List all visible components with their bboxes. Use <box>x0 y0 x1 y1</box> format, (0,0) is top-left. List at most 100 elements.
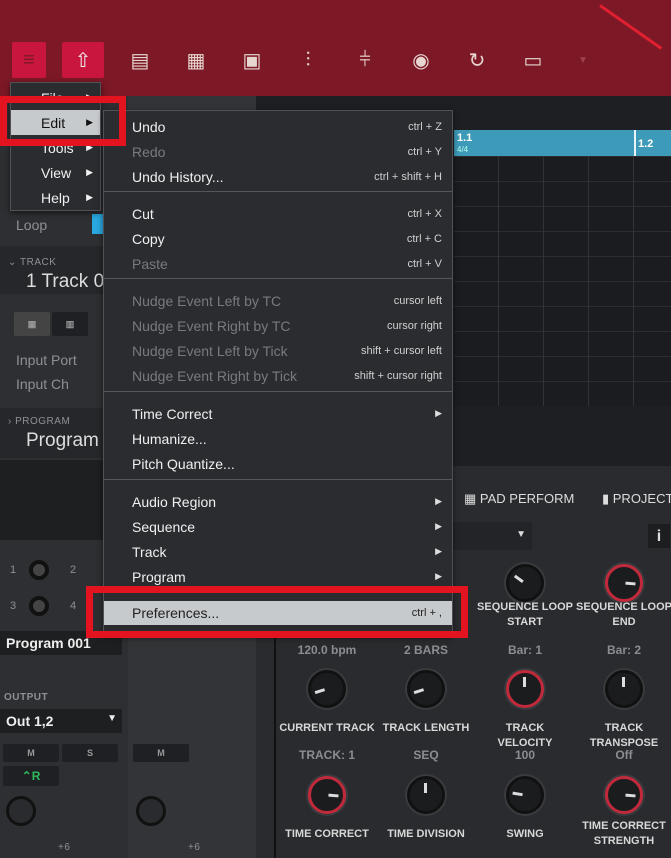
knob-value: TRACK: 1 <box>299 748 355 762</box>
dropdown-button[interactable]: ▼ <box>564 42 602 78</box>
looper-button[interactable]: ↻ <box>458 42 496 78</box>
pan-knob[interactable] <box>136 796 166 826</box>
chevron-down-icon: ▼ <box>516 529 526 540</box>
knob-pointer <box>513 574 524 584</box>
pad-jack-3[interactable] <box>29 596 49 616</box>
menu-label: Redo <box>132 143 166 160</box>
pad-grid-button[interactable]: ▦ <box>177 42 215 78</box>
program-preview <box>0 460 104 540</box>
knob-value: Bar: 2 <box>606 643 641 657</box>
mixer-button[interactable]: ⫶ <box>289 42 327 78</box>
output-label: OUTPUT <box>4 692 49 703</box>
knob-pointer <box>424 783 427 793</box>
menu-item-nudge-event-left-by-tc[interactable]: Nudge Event Left by TC cursor left <box>104 288 452 313</box>
program-name[interactable]: Program <box>26 430 99 452</box>
read-automation-button[interactable]: ⌃ R <box>3 766 59 786</box>
knob-track-velocity[interactable] <box>506 670 544 708</box>
menu-item-copy[interactable]: Copy ctrl + C <box>104 226 452 251</box>
knob-swing[interactable] <box>506 776 544 814</box>
menu-item-undo-history[interactable]: Undo History... ctrl + shift + H <box>104 164 452 189</box>
knob-value: 2 BARS <box>403 643 448 657</box>
menu-item-undo[interactable]: Undo ctrl + Z <box>104 114 452 139</box>
menu-item-humanize[interactable]: Humanize... <box>104 426 452 451</box>
menu-item-view[interactable]: View ▶ <box>11 160 100 185</box>
knob-sequence-loop-end[interactable] <box>605 564 643 602</box>
shortcut-label: shift + cursor right <box>354 369 442 382</box>
chevron-right-icon: ▶ <box>435 408 442 418</box>
clear-button[interactable]: ▭ <box>514 42 552 78</box>
menu-item-track[interactable]: Track ▶ <box>104 539 452 564</box>
knob-label: TIME CORRECT <box>285 828 369 840</box>
menu-label: Paste <box>132 255 168 272</box>
menu-item-redo[interactable]: Redo ctrl + Y <box>104 139 452 164</box>
mute-button[interactable]: M <box>3 744 59 762</box>
highlight-box-edit <box>0 96 126 146</box>
timeline-ruler[interactable]: 1.1 4/4 1.2 <box>454 130 671 156</box>
knob-sequence-loop-start[interactable] <box>506 564 544 602</box>
chevron-right-icon: ▶ <box>435 571 442 581</box>
sample-edit-button[interactable]: ▣ <box>233 42 271 78</box>
bar-marker: 1.1 <box>457 132 473 144</box>
track-view-button[interactable]: ▤ <box>121 42 159 78</box>
knob-value: SEQ <box>413 748 439 762</box>
menu-item-cut[interactable]: Cut ctrl + X <box>104 201 452 226</box>
home-button[interactable]: ⇧ <box>62 42 104 78</box>
menu-label: Pitch Quantize... <box>132 455 235 472</box>
menu-label: Sequence <box>132 518 196 535</box>
solo-button[interactable]: S <box>62 744 118 762</box>
menu-item-time-correct[interactable]: Time Correct ▶ <box>104 401 452 426</box>
knob-track-length[interactable] <box>407 670 445 708</box>
menu-item-help[interactable]: Help ▶ <box>11 185 100 210</box>
knob-time-correct[interactable] <box>308 776 346 814</box>
menu-item-nudge-event-left-by-tick[interactable]: Nudge Event Left by Tick shift + cursor l… <box>104 338 452 363</box>
knob-track-transpose[interactable] <box>605 670 643 708</box>
grid-cells[interactable] <box>454 156 671 406</box>
bar-line <box>634 130 636 156</box>
menu-item-pitch-quantize[interactable]: Pitch Quantize... <box>104 451 452 476</box>
knob-pointer <box>622 677 625 687</box>
menu-item-nudge-event-right-by-tick[interactable]: Nudge Event Right by Tick shift + cursor … <box>104 363 452 388</box>
knob-pointer <box>413 688 425 695</box>
track-header: TRACK <box>19 257 57 268</box>
pad-label: 3 <box>10 600 17 612</box>
chevron-right-icon: ▶ <box>435 496 442 506</box>
menu-label: Track <box>132 543 167 560</box>
knob-label: TRACK LENGTH <box>382 722 470 734</box>
db-label: +6 <box>58 842 71 853</box>
mute-button[interactable]: M <box>133 744 189 762</box>
shortcut-label: cursor left <box>393 294 442 307</box>
menu-item-audio-region[interactable]: Audio Region ▶ <box>104 489 452 514</box>
output-select[interactable]: Out 1,2 ▼ <box>0 709 122 733</box>
tab-project[interactable]: ▮ PROJECT <box>602 491 671 507</box>
time-signature: 4/4 <box>457 145 469 154</box>
knob-time-correct-strength[interactable] <box>605 776 643 814</box>
knob-pointer <box>625 793 636 798</box>
shortcut-label: ctrl + C <box>406 232 442 245</box>
record-button[interactable]: ◉ <box>402 42 440 78</box>
home-icon: ⇧ <box>74 49 92 72</box>
menu-label: Time Correct <box>132 405 213 422</box>
info-button[interactable]: i <box>648 524 670 548</box>
bar-marker: 1.2 <box>638 138 654 150</box>
knob-time-division[interactable] <box>407 776 445 814</box>
knob-label: SEQUENCE LOOP END <box>576 601 671 628</box>
menu-item-nudge-event-right-by-tc[interactable]: Nudge Event Right by TC cursor right <box>104 313 452 338</box>
keyboard-view-button[interactable]: ▥ <box>52 312 88 336</box>
track-name[interactable]: 1 Track 0 <box>26 271 104 293</box>
menu-button[interactable]: ≡ <box>12 42 46 78</box>
menu-item-paste[interactable]: Paste ctrl + V <box>104 251 452 276</box>
pad-jack-1[interactable] <box>29 560 49 580</box>
knob-pointer <box>625 581 636 586</box>
knob-value: 100 <box>514 748 536 762</box>
channel-mixer-button[interactable]: ⫩ <box>346 42 384 78</box>
knob-current-track[interactable] <box>308 670 346 708</box>
pad-view-button[interactable]: ▦ <box>14 312 50 336</box>
knob-pointer <box>523 677 526 687</box>
knob-label: SWING <box>506 828 544 840</box>
menu-item-sequence[interactable]: Sequence ▶ <box>104 514 452 539</box>
chevron-right-icon: ▶ <box>435 546 442 556</box>
pan-knob[interactable] <box>6 796 36 826</box>
knob-label: TRACK TRANSPOSE <box>589 722 659 749</box>
tab-pad-perform[interactable]: ▦ PAD PERFORM <box>464 491 574 507</box>
annotation-stroke <box>599 4 663 50</box>
